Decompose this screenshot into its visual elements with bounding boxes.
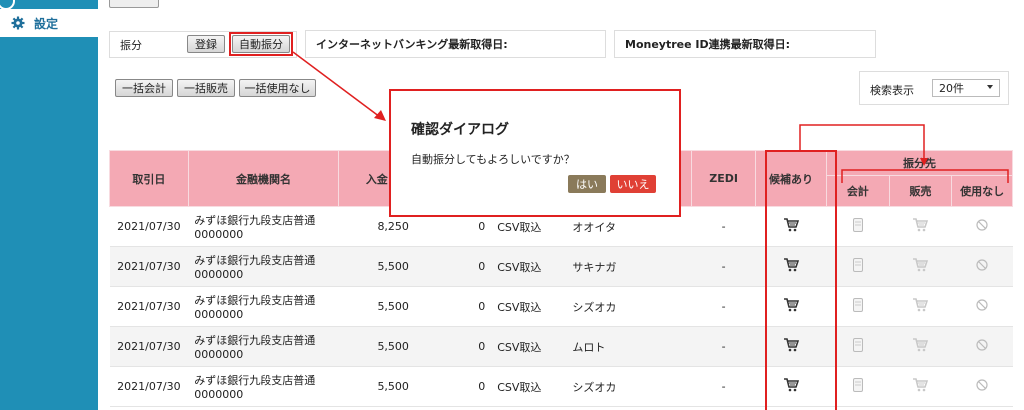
account-number: 0000000 [194, 268, 244, 281]
cell-date: 2021/07/30 [109, 286, 189, 327]
bulk-none-button[interactable]: 一括使用なし [239, 79, 316, 97]
cell-bank: みずほ銀行九段支店普通 0000000 [188, 366, 339, 407]
col-bank: 金融機関名 [187, 150, 340, 207]
dialog-title: 確認ダイアログ [411, 122, 509, 138]
sidebar-item-settings[interactable]: 設定 [0, 9, 98, 37]
table-row: 2021/07/30 みずほ銀行九段支店普通 0000000 5,500 0 CSV取込サ… [109, 246, 1013, 287]
cell-withdraw: 0 [414, 366, 492, 407]
cell-name: シズオカ [566, 366, 692, 407]
hanbai-cart-icon[interactable] [889, 286, 952, 327]
cell-source: CSV取込 [491, 246, 567, 287]
cell-bank: みずほ銀行九段支店普通 0000000 [188, 206, 339, 247]
cell-name: シズオカ [566, 286, 692, 327]
bulk-hanbai-button[interactable]: 一括販売 [177, 79, 235, 97]
chevron-down-icon [987, 85, 993, 89]
register-button[interactable]: 登録 [187, 35, 225, 53]
sidebar [0, 0, 98, 410]
cell-deposit: 5,500 [338, 246, 415, 287]
cell-zedi: - [691, 286, 756, 327]
dialog-message: 自動振分してもよろしいですか？ [411, 153, 575, 166]
cell-date: 2021/07/30 [109, 246, 189, 287]
cell-zedi: - [691, 366, 756, 407]
cell-deposit: 5,500 [338, 366, 415, 407]
bank-name: みずほ銀行九段支店普通 [194, 334, 316, 347]
cell-date: 2021/07/30 [109, 366, 189, 407]
bank-name: みずほ銀行九段支店普通 [194, 294, 316, 307]
bank-name: みずほ銀行九段支店普通 [194, 254, 316, 267]
cell-bank: みずほ銀行九段支店普通 0000000 [188, 286, 339, 327]
col-date: 取引日 [109, 150, 189, 207]
bank-name: みずほ銀行九段支店普通 [194, 374, 316, 387]
confirm-dialog: 確認ダイアログ 自動振分してもよろしいですか？ はい いいえ [389, 89, 681, 217]
cell-source: CSV取込 [491, 366, 567, 407]
cell-deposit: 5,500 [338, 326, 415, 367]
hanbai-cart-icon[interactable] [889, 326, 952, 367]
account-number: 0000000 [194, 228, 244, 241]
table-row: 2021/07/30 みずほ銀行九段支店普通 0000000 5,500 0 CSV取込ム… [109, 326, 1013, 367]
hanbai-cart-icon[interactable] [889, 366, 952, 407]
col-zedi: ZEDI [691, 150, 756, 207]
highlight-candidate-column [765, 150, 837, 410]
cell-bank: みずほ銀行九段支店普通 0000000 [188, 246, 339, 287]
table-row: 2021/07/30 みずほ銀行九段支店普通 0000000 5,500 0 CSV取込シ… [109, 366, 1013, 407]
account-number: 0000000 [194, 388, 244, 401]
search-display-label: 検索表示 [870, 84, 914, 97]
col-destination: 振分先 [825, 150, 1014, 176]
col-hanbai: 販売 [888, 175, 953, 207]
none-ban-icon[interactable] [951, 326, 1013, 367]
bank-name: みずほ銀行九段支店普通 [194, 214, 316, 227]
ib-date-panel: インターネットバンキング最新取得日: [305, 30, 606, 58]
cell-source: CSV取込 [491, 326, 567, 367]
hanbai-cart-icon[interactable] [889, 246, 952, 287]
sidebar-item-label: 設定 [34, 16, 59, 31]
cell-withdraw: 0 [414, 286, 492, 327]
cell-name: ムロト [566, 326, 692, 367]
cell-bank: みずほ銀行九段支店普通 0000000 [188, 326, 339, 367]
hanbai-cart-icon[interactable] [889, 206, 952, 247]
account-number: 0000000 [194, 348, 244, 361]
cell-zedi: - [691, 326, 756, 367]
no-button[interactable]: いいえ [610, 175, 656, 193]
highlight-auto-button [229, 32, 293, 56]
cell-deposit: 5,500 [338, 286, 415, 327]
cell-name: サキナガ [566, 246, 692, 287]
none-ban-icon[interactable] [951, 366, 1013, 407]
cell-zedi: - [691, 246, 756, 287]
none-ban-icon[interactable] [951, 286, 1013, 327]
cell-date: 2021/07/30 [109, 326, 189, 367]
cell-withdraw: 0 [414, 246, 492, 287]
cell-date: 2021/07/30 [109, 206, 189, 247]
col-none: 使用なし [951, 175, 1013, 207]
cell-withdraw: 0 [414, 326, 492, 367]
search-count-value: 20件 [939, 82, 964, 95]
back-button[interactable] [109, 0, 159, 8]
gear-icon [10, 15, 26, 31]
bulk-kaikei-button[interactable]: 一括会計 [115, 79, 173, 97]
yes-button[interactable]: はい [568, 175, 606, 193]
search-count-select[interactable]: 20件 [932, 79, 1000, 97]
none-ban-icon[interactable] [951, 246, 1013, 287]
mt-date-panel: Moneytree ID連携最新取得日: [614, 30, 876, 58]
furiwake-label: 振分 [120, 38, 142, 52]
ib-date-label: インターネットバンキング最新取得日: [316, 38, 508, 51]
account-number: 0000000 [194, 308, 244, 321]
none-ban-icon[interactable] [951, 206, 1013, 247]
cell-zedi: - [691, 206, 756, 247]
mt-date-label: Moneytree ID連携最新取得日: [625, 38, 791, 51]
cell-source: CSV取込 [491, 286, 567, 327]
table-row: 2021/07/30 みずほ銀行九段支店普通 0000000 5,500 0 CSV取込シ… [109, 286, 1013, 327]
